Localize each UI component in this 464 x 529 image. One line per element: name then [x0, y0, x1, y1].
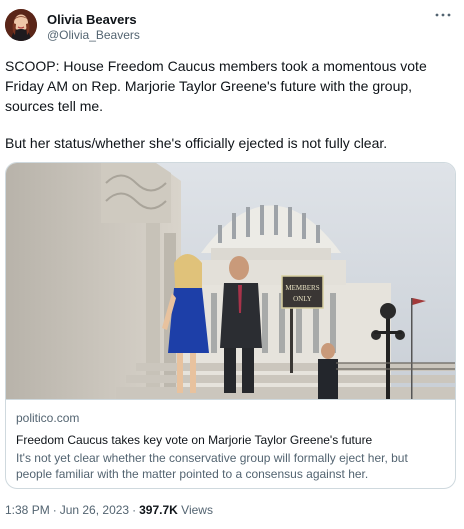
tweet-footer: 1:38 PM · Jun 26, 2023 · 397.7K Views [5, 503, 213, 517]
sign-text-line-1: MEMBERS [285, 284, 319, 292]
card-title: Freedom Caucus takes key vote on Marjori… [16, 433, 373, 447]
card-domain: politico.com [16, 411, 80, 425]
views-count[interactable]: 397.7K [139, 503, 178, 517]
avatar[interactable] [5, 9, 37, 41]
tweet-text-paragraph-1: SCOOP: House Freedom Caucus members took… [5, 58, 427, 114]
author-handle[interactable]: @Olivia_Beavers [47, 28, 140, 42]
tweet-time[interactable]: 1:38 PM [5, 503, 50, 517]
tweet: Olivia Beavers @Olivia_Beavers SCOOP: Ho… [0, 0, 464, 529]
more-horizontal-icon[interactable] [432, 6, 454, 24]
footer-separator: · [52, 503, 57, 517]
link-card[interactable]: MEMBERS ONLY politico.com Freedom Caucus… [5, 162, 456, 489]
tweet-text-paragraph-2: But her status/whether she's officially … [5, 135, 388, 151]
card-description: It's not yet clear whether the conservat… [16, 451, 408, 481]
card-meta[interactable]: politico.com Freedom Caucus takes key vo… [6, 399, 455, 488]
views-label[interactable]: Views [181, 503, 213, 517]
tweet-date[interactable]: Jun 26, 2023 [60, 503, 129, 517]
sign-text-line-2: ONLY [293, 295, 312, 303]
card-image[interactable]: MEMBERS ONLY [6, 163, 456, 399]
author-name[interactable]: Olivia Beavers [47, 12, 137, 27]
footer-separator-2: · [132, 503, 137, 517]
